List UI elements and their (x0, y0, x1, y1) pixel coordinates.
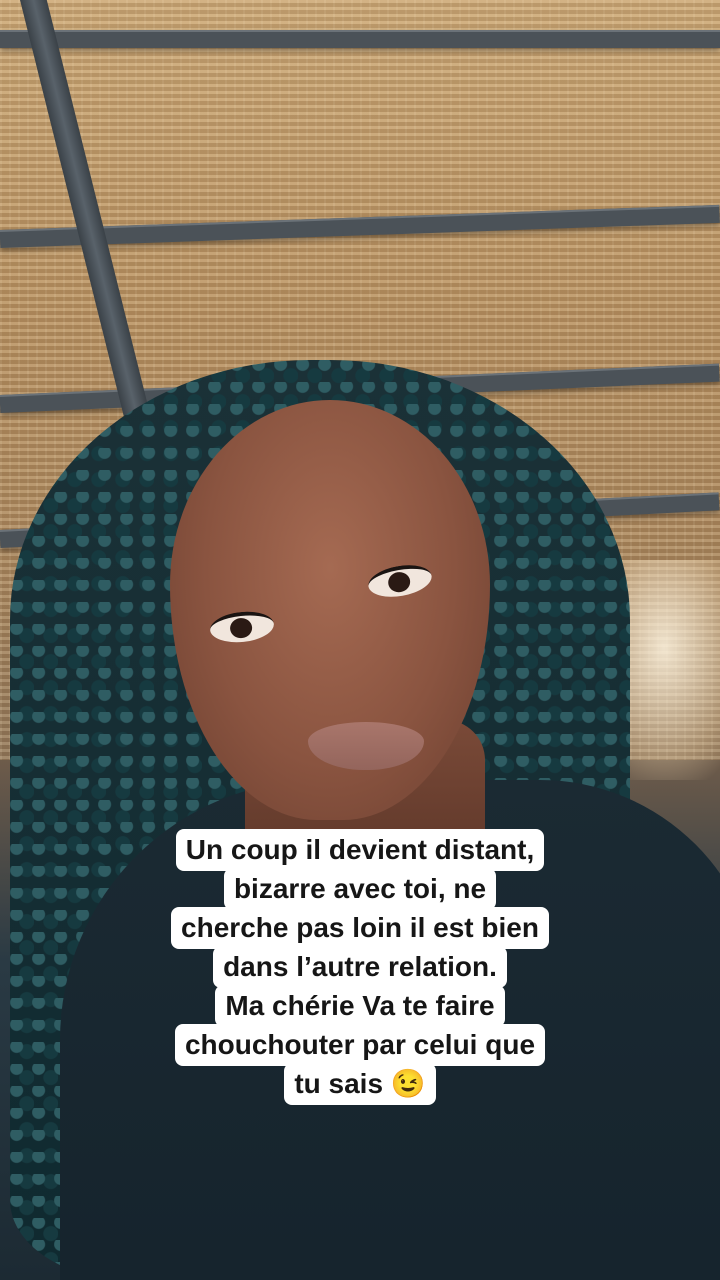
caption-overlay: Un coup il devient distant, bizarre avec… (0, 829, 720, 1105)
caption-line: Un coup il devient distant, (175, 829, 545, 871)
caption-line: chouchouter par celui que (174, 1024, 546, 1066)
caption-line: tu sais 😉 (284, 1063, 436, 1105)
caption-line: dans l’autre relation. (213, 946, 507, 988)
caption-line: cherche pas loin il est bien (171, 907, 549, 949)
caption-line: bizarre avec toi, ne (223, 868, 497, 910)
caption-line: Ma chérie Va te faire (215, 985, 505, 1027)
photo-frame: Un coup il devient distant, bizarre avec… (0, 0, 720, 1280)
